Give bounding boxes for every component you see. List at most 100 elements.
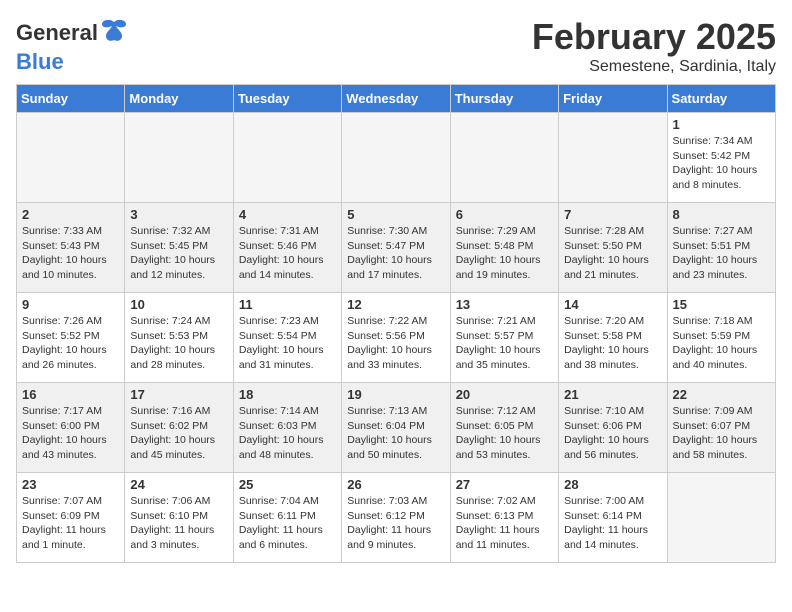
day-number: 9 xyxy=(22,297,119,312)
day-number: 4 xyxy=(239,207,336,222)
day-detail: Sunrise: 7:09 AM Sunset: 6:07 PM Dayligh… xyxy=(673,404,770,463)
day-number: 22 xyxy=(673,387,770,402)
day-detail: Sunrise: 7:32 AM Sunset: 5:45 PM Dayligh… xyxy=(130,224,227,283)
calendar-week-row: 9 Sunrise: 7:26 AM Sunset: 5:52 PM Daylig… xyxy=(17,293,776,383)
day-detail: Sunrise: 7:24 AM Sunset: 5:53 PM Dayligh… xyxy=(130,314,227,373)
day-number: 23 xyxy=(22,477,119,492)
calendar-week-row: 2 Sunrise: 7:33 AM Sunset: 5:43 PM Daylig… xyxy=(17,203,776,293)
day-detail: Sunrise: 7:16 AM Sunset: 6:02 PM Dayligh… xyxy=(130,404,227,463)
calendar-week-row: 16 Sunrise: 7:17 AM Sunset: 6:00 PM Dayli… xyxy=(17,383,776,473)
weekday-header-sunday: Sunday xyxy=(17,85,125,113)
day-detail: Sunrise: 7:06 AM Sunset: 6:10 PM Dayligh… xyxy=(130,494,227,553)
calendar-cell: 13 Sunrise: 7:21 AM Sunset: 5:57 PM Dayli… xyxy=(450,293,558,383)
day-number: 24 xyxy=(130,477,227,492)
calendar-cell: 7Sunrise: 7:28 AM Sunset: 5:50 PM Daylig… xyxy=(559,203,667,293)
day-number: 27 xyxy=(456,477,553,492)
calendar-table: SundayMondayTuesdayWednesdayThursdayFrid… xyxy=(16,84,776,563)
calendar-week-row: 1Sunrise: 7:34 AM Sunset: 5:42 PM Daylig… xyxy=(17,113,776,203)
day-detail: Sunrise: 7:12 AM Sunset: 6:05 PM Dayligh… xyxy=(456,404,553,463)
location-title: Semestene, Sardinia, Italy xyxy=(532,58,776,76)
calendar-cell: 28Sunrise: 7:00 AM Sunset: 6:14 PM Dayli… xyxy=(559,473,667,563)
day-number: 2 xyxy=(22,207,119,222)
calendar-cell: 15 Sunrise: 7:18 AM Sunset: 5:59 PM Dayli… xyxy=(667,293,775,383)
calendar-cell xyxy=(450,113,558,203)
day-number: 16 xyxy=(22,387,119,402)
day-detail: Sunrise: 7:04 AM Sunset: 6:11 PM Dayligh… xyxy=(239,494,336,553)
day-number: 7 xyxy=(564,207,661,222)
calendar-cell: 4 Sunrise: 7:31 AM Sunset: 5:46 PM Daylig… xyxy=(233,203,341,293)
day-number: 6 xyxy=(456,207,553,222)
logo-bird-icon xyxy=(100,16,128,44)
day-number: 14 xyxy=(564,297,661,312)
day-detail: Sunrise: 7:23 AM Sunset: 5:54 PM Dayligh… xyxy=(239,314,336,373)
weekday-header-monday: Monday xyxy=(125,85,233,113)
day-detail: Sunrise: 7:14 AM Sunset: 6:03 PM Dayligh… xyxy=(239,404,336,463)
day-number: 8 xyxy=(673,207,770,222)
day-detail: Sunrise: 7:17 AM Sunset: 6:00 PM Dayligh… xyxy=(22,404,119,463)
calendar-cell: 19 Sunrise: 7:13 AM Sunset: 6:04 PM Dayli… xyxy=(342,383,450,473)
weekday-header-tuesday: Tuesday xyxy=(233,85,341,113)
day-number: 26 xyxy=(347,477,444,492)
title-area: February 2025 Semestene, Sardinia, Italy xyxy=(532,16,776,76)
calendar-cell: 2 Sunrise: 7:33 AM Sunset: 5:43 PM Daylig… xyxy=(17,203,125,293)
day-detail: Sunrise: 7:30 AM Sunset: 5:47 PM Dayligh… xyxy=(347,224,444,283)
day-detail: Sunrise: 7:26 AM Sunset: 5:52 PM Dayligh… xyxy=(22,314,119,373)
day-detail: Sunrise: 7:29 AM Sunset: 5:48 PM Dayligh… xyxy=(456,224,553,283)
day-number: 25 xyxy=(239,477,336,492)
calendar-cell: 18 Sunrise: 7:14 AM Sunset: 6:03 PM Dayli… xyxy=(233,383,341,473)
calendar-cell: 5 Sunrise: 7:30 AM Sunset: 5:47 PM Daylig… xyxy=(342,203,450,293)
day-number: 13 xyxy=(456,297,553,312)
day-number: 15 xyxy=(673,297,770,312)
calendar-cell: 24 Sunrise: 7:06 AM Sunset: 6:10 PM Dayli… xyxy=(125,473,233,563)
calendar-cell: 14 Sunrise: 7:20 AM Sunset: 5:58 PM Dayli… xyxy=(559,293,667,383)
day-detail: Sunrise: 7:20 AM Sunset: 5:58 PM Dayligh… xyxy=(564,314,661,373)
day-number: 10 xyxy=(130,297,227,312)
day-detail: Sunrise: 7:00 AM Sunset: 6:14 PM Dayligh… xyxy=(564,494,661,553)
logo-blue-text: Blue xyxy=(16,49,64,75)
day-detail: Sunrise: 7:31 AM Sunset: 5:46 PM Dayligh… xyxy=(239,224,336,283)
day-detail: Sunrise: 7:07 AM Sunset: 6:09 PM Dayligh… xyxy=(22,494,119,553)
calendar-cell: 8 Sunrise: 7:27 AM Sunset: 5:51 PM Daylig… xyxy=(667,203,775,293)
calendar-cell: 12 Sunrise: 7:22 AM Sunset: 5:56 PM Dayli… xyxy=(342,293,450,383)
calendar-cell: 1Sunrise: 7:34 AM Sunset: 5:42 PM Daylig… xyxy=(667,113,775,203)
calendar-cell: 26 Sunrise: 7:03 AM Sunset: 6:12 PM Dayli… xyxy=(342,473,450,563)
day-detail: Sunrise: 7:33 AM Sunset: 5:43 PM Dayligh… xyxy=(22,224,119,283)
logo: General Blue xyxy=(16,16,128,75)
calendar-cell: 25 Sunrise: 7:04 AM Sunset: 6:11 PM Dayli… xyxy=(233,473,341,563)
calendar-cell: 17Sunrise: 7:16 AM Sunset: 6:02 PM Dayli… xyxy=(125,383,233,473)
day-detail: Sunrise: 7:02 AM Sunset: 6:13 PM Dayligh… xyxy=(456,494,553,553)
calendar-week-row: 23 Sunrise: 7:07 AM Sunset: 6:09 PM Dayli… xyxy=(17,473,776,563)
weekday-header-saturday: Saturday xyxy=(667,85,775,113)
calendar-cell: 11 Sunrise: 7:23 AM Sunset: 5:54 PM Dayli… xyxy=(233,293,341,383)
day-number: 12 xyxy=(347,297,444,312)
weekday-header-wednesday: Wednesday xyxy=(342,85,450,113)
weekday-header-friday: Friday xyxy=(559,85,667,113)
calendar-cell: 3 Sunrise: 7:32 AM Sunset: 5:45 PM Daylig… xyxy=(125,203,233,293)
calendar-cell: 16 Sunrise: 7:17 AM Sunset: 6:00 PM Dayli… xyxy=(17,383,125,473)
day-number: 20 xyxy=(456,387,553,402)
day-detail: Sunrise: 7:10 AM Sunset: 6:06 PM Dayligh… xyxy=(564,404,661,463)
calendar-cell xyxy=(125,113,233,203)
day-number: 11 xyxy=(239,297,336,312)
day-number: 3 xyxy=(130,207,227,222)
logo-general-text: General xyxy=(16,20,98,46)
calendar-cell: 20 Sunrise: 7:12 AM Sunset: 6:05 PM Dayli… xyxy=(450,383,558,473)
day-detail: Sunrise: 7:18 AM Sunset: 5:59 PM Dayligh… xyxy=(673,314,770,373)
calendar-cell: 9 Sunrise: 7:26 AM Sunset: 5:52 PM Daylig… xyxy=(17,293,125,383)
day-number: 18 xyxy=(239,387,336,402)
day-detail: Sunrise: 7:13 AM Sunset: 6:04 PM Dayligh… xyxy=(347,404,444,463)
day-detail: Sunrise: 7:22 AM Sunset: 5:56 PM Dayligh… xyxy=(347,314,444,373)
day-detail: Sunrise: 7:27 AM Sunset: 5:51 PM Dayligh… xyxy=(673,224,770,283)
day-number: 19 xyxy=(347,387,444,402)
day-detail: Sunrise: 7:34 AM Sunset: 5:42 PM Dayligh… xyxy=(673,134,770,193)
day-detail: Sunrise: 7:21 AM Sunset: 5:57 PM Dayligh… xyxy=(456,314,553,373)
month-title: February 2025 xyxy=(532,16,776,58)
calendar-cell xyxy=(17,113,125,203)
calendar-header-row: SundayMondayTuesdayWednesdayThursdayFrid… xyxy=(17,85,776,113)
header: General Blue February 2025 Semestene, Sa… xyxy=(16,16,776,76)
calendar-cell xyxy=(667,473,775,563)
calendar-cell xyxy=(559,113,667,203)
day-number: 5 xyxy=(347,207,444,222)
day-detail: Sunrise: 7:03 AM Sunset: 6:12 PM Dayligh… xyxy=(347,494,444,553)
calendar-cell: 23 Sunrise: 7:07 AM Sunset: 6:09 PM Dayli… xyxy=(17,473,125,563)
